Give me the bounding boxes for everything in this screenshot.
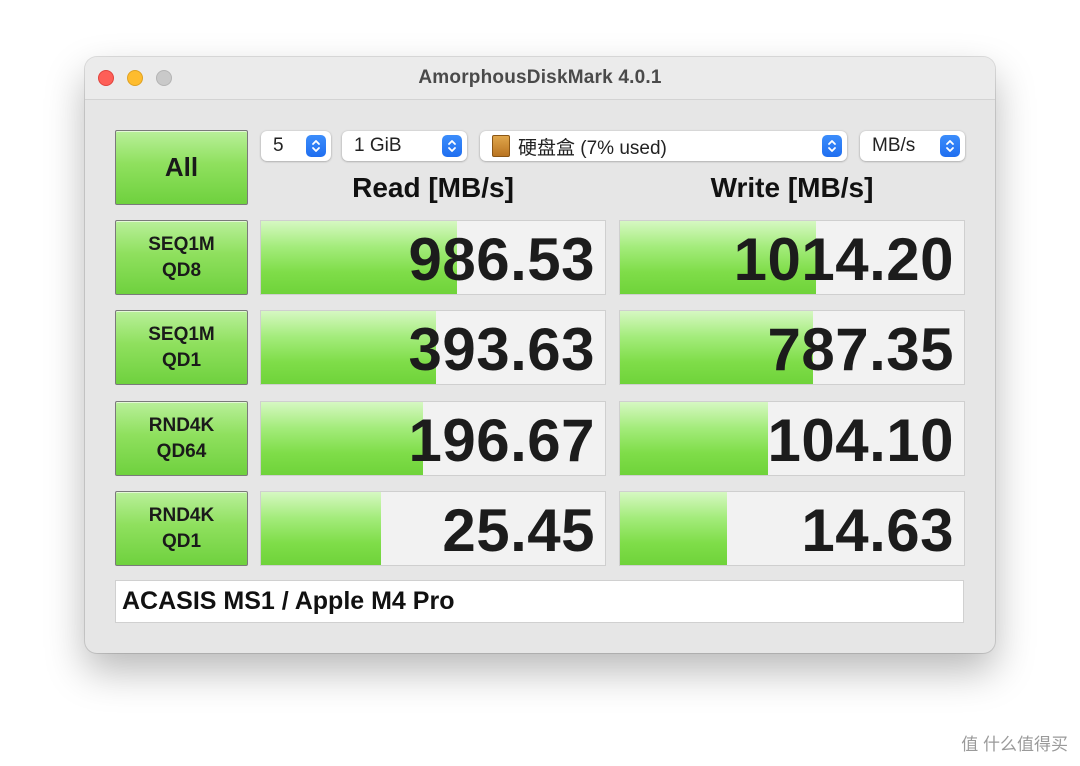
run-all-button[interactable]: All bbox=[115, 130, 248, 205]
write-result-value: 14.63 bbox=[801, 497, 954, 564]
external-disk-icon bbox=[492, 135, 510, 157]
write-result-value: 104.10 bbox=[767, 407, 954, 474]
write-column-header: Write [MB/s] bbox=[710, 172, 874, 203]
test-button-rnd4k-qd64[interactable]: RND4K QD64 bbox=[115, 401, 248, 476]
app-window: AmorphousDiskMark 4.0.1 All 5 1 GiB 硬盘盒 … bbox=[85, 57, 995, 653]
read-result-value: 393.63 bbox=[408, 316, 595, 383]
chevron-updown-icon bbox=[822, 135, 842, 157]
write-result-value: 787.35 bbox=[767, 316, 954, 383]
read-result-cell: 986.53 bbox=[260, 220, 606, 295]
window-title: AmorphousDiskMark 4.0.1 bbox=[418, 67, 662, 88]
write-result-cell: 104.10 bbox=[619, 401, 965, 476]
chevron-updown-icon bbox=[442, 135, 462, 157]
test-size-select[interactable]: 1 GiB bbox=[342, 131, 467, 161]
test-button-seq1m-qd1[interactable]: SEQ1M QD1 bbox=[115, 310, 248, 385]
test-count-select[interactable]: 5 bbox=[261, 131, 331, 161]
unit-value: MB/s bbox=[872, 135, 916, 156]
write-result-value: 1014.20 bbox=[733, 226, 954, 293]
test-size-value: 1 GiB bbox=[354, 135, 402, 156]
test-button-seq1m-qd8[interactable]: SEQ1M QD8 bbox=[115, 220, 248, 295]
test-name-line2: QD1 bbox=[161, 349, 202, 371]
read-result-value: 986.53 bbox=[408, 226, 595, 293]
watermark-text: 值 什么值得买 bbox=[961, 735, 1068, 754]
write-result-cell: 787.35 bbox=[619, 310, 965, 385]
disk-select[interactable]: 硬盘盒 (7% used) bbox=[480, 131, 847, 161]
write-result-cell: 14.63 bbox=[619, 491, 965, 566]
comment-field[interactable]: ACASIS MS1 / Apple M4 Pro bbox=[115, 580, 964, 623]
test-name-line2: QD1 bbox=[161, 530, 202, 552]
test-name-line1: SEQ1M bbox=[148, 323, 215, 345]
read-result-value: 196.67 bbox=[408, 407, 595, 474]
read-column-header: Read [MB/s] bbox=[352, 172, 514, 203]
watermark: 值 什么值得买 bbox=[961, 730, 1068, 755]
read-result-cell: 25.45 bbox=[260, 491, 606, 566]
write-progress-bar bbox=[620, 402, 768, 475]
write-progress-bar bbox=[620, 492, 727, 565]
test-name-line1: SEQ1M bbox=[148, 233, 215, 255]
test-name-line1: RND4K bbox=[148, 414, 215, 436]
read-progress-bar bbox=[261, 492, 382, 565]
chevron-updown-icon bbox=[940, 135, 960, 157]
read-result-value: 25.45 bbox=[442, 497, 595, 564]
read-progress-bar bbox=[261, 402, 423, 475]
read-result-cell: 393.63 bbox=[260, 310, 606, 385]
write-result-cell: 1014.20 bbox=[619, 220, 965, 295]
test-name-line1: RND4K bbox=[148, 504, 215, 526]
test-name-line2: QD64 bbox=[156, 440, 207, 462]
unit-select[interactable]: MB/s bbox=[860, 131, 965, 161]
chevron-updown-icon bbox=[306, 135, 326, 157]
disk-value: 硬盘盒 (7% used) bbox=[518, 137, 667, 159]
title-bar: AmorphousDiskMark 4.0.1 bbox=[85, 57, 995, 100]
test-button-rnd4k-qd1[interactable]: RND4K QD1 bbox=[115, 491, 248, 566]
test-name-line2: QD8 bbox=[161, 259, 202, 281]
read-result-cell: 196.67 bbox=[260, 401, 606, 476]
test-count-value: 5 bbox=[273, 135, 284, 156]
